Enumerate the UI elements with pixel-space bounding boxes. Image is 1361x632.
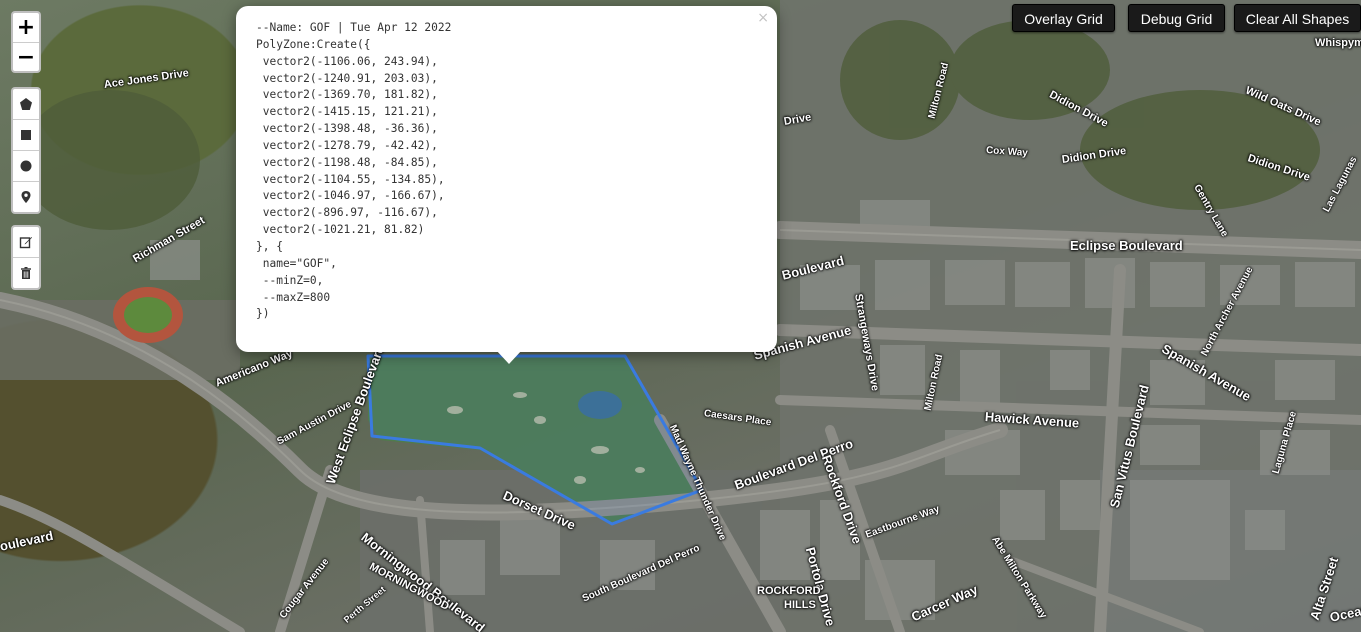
marker-icon [21, 191, 31, 203]
code-line: }, { [256, 239, 283, 253]
road-label: ROCKFORD [757, 585, 821, 597]
edit-icon [19, 237, 32, 249]
code-line: vector2(-1278.79, -42.42), [256, 138, 438, 152]
code-line: --Name: GOF | Tue Apr 12 2022 [256, 21, 452, 34]
code-line: vector2(-1046.97, -166.67), [256, 189, 445, 203]
polyzone-code: --Name: GOF | Tue Apr 12 2022 PolyZone:C… [256, 20, 451, 323]
popup-tip [496, 350, 522, 364]
edit-toolbar [11, 225, 41, 290]
code-line: vector2(-1415.15, 121.21), [256, 105, 438, 119]
road-label: HILLS [784, 599, 816, 611]
road-label: Whispymound [1315, 37, 1361, 49]
draw-polygon-button[interactable] [13, 89, 39, 119]
code-line: vector2(-1398.48, -36.36), [256, 122, 438, 136]
code-line: vector2(-1369.70, 181.82), [256, 88, 438, 102]
code-line: vector2(-1240.91, 203.03), [256, 71, 438, 85]
zoom-control: + − [11, 11, 41, 73]
code-line: name="GOF", [256, 256, 337, 270]
trash-icon [21, 267, 31, 279]
code-line: PolyZone:Create({ [256, 37, 371, 51]
code-line: vector2(-1106.06, 243.94), [256, 54, 438, 68]
road-label: Eclipse Boulevard [1070, 238, 1183, 253]
code-line: vector2(-1021.21, 81.82) [256, 223, 425, 237]
edit-layers-button[interactable] [13, 227, 39, 257]
zoom-in-button[interactable]: + [13, 13, 39, 42]
draw-circle-button[interactable] [13, 150, 39, 181]
draw-toolbar [11, 87, 41, 214]
delete-layers-button[interactable] [13, 257, 39, 288]
draw-rectangle-button[interactable] [13, 119, 39, 150]
code-line: vector2(-896.97, -116.67), [256, 206, 438, 220]
pentagon-icon [20, 98, 32, 110]
code-line: --minZ=0, [256, 273, 324, 287]
circle-icon [20, 160, 32, 172]
zoom-out-button[interactable]: − [13, 42, 39, 71]
code-line: vector2(-1104.55, -134.85), [256, 172, 445, 186]
square-icon [21, 130, 31, 140]
popup-close-button[interactable]: × [757, 10, 769, 26]
overlay-grid-button[interactable]: Overlay Grid [1012, 4, 1115, 32]
polyzone-popup: × --Name: GOF | Tue Apr 12 2022 PolyZone… [236, 6, 777, 352]
clear-all-shapes-button[interactable]: Clear All Shapes [1234, 4, 1361, 32]
code-line: vector2(-1198.48, -84.85), [256, 155, 438, 169]
code-line: --maxZ=800 [256, 290, 331, 304]
debug-grid-button[interactable]: Debug Grid [1128, 4, 1225, 32]
code-line: }) [256, 307, 270, 321]
draw-marker-button[interactable] [13, 181, 39, 212]
